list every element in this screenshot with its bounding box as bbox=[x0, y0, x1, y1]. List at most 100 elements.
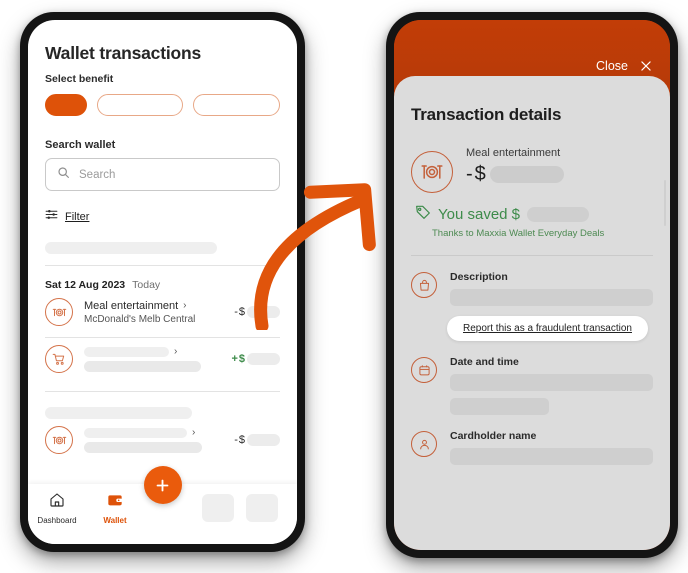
bag-lock-icon bbox=[411, 272, 437, 298]
wallet-content: Wallet transactions Select benefit Searc… bbox=[28, 43, 297, 454]
savings-text: You saved $ bbox=[438, 206, 521, 223]
savings-subtext: Thanks to Maxxia Wallet Everyday Deals bbox=[432, 228, 605, 239]
section-label: Date and time bbox=[450, 356, 519, 368]
wallet-transactions-screen: Wallet transactions Select benefit Searc… bbox=[28, 20, 297, 544]
screenshot-stage: Wallet transactions Select benefit Searc… bbox=[0, 0, 688, 573]
add-button[interactable] bbox=[143, 466, 182, 504]
transaction-name: Meal entertainment bbox=[84, 299, 179, 312]
chevron-right-icon: › bbox=[174, 346, 178, 357]
meal-plate-icon bbox=[45, 298, 73, 326]
table-row[interactable]: Meal entertainment › McDonald's Melb Cen… bbox=[45, 298, 280, 326]
filter-sliders-icon bbox=[45, 208, 58, 226]
chevron-right-icon: › bbox=[183, 300, 187, 311]
transaction-date: Sat 12 Aug 2023 bbox=[45, 279, 126, 291]
chevron-right-icon: › bbox=[192, 427, 196, 438]
page-title: Wallet transactions bbox=[45, 43, 202, 63]
section-body: Description bbox=[450, 271, 653, 306]
transaction-amount: - $ bbox=[234, 306, 280, 318]
right-phone-frame: Close Transaction details Meal entertain… bbox=[386, 12, 678, 558]
section-date-time: Date and time bbox=[411, 356, 653, 415]
scrollbar[interactable] bbox=[664, 180, 666, 226]
filter-label: Filter bbox=[65, 211, 90, 223]
details-title: Transaction details bbox=[411, 105, 562, 124]
transaction-name-row: Meal entertainment › bbox=[84, 300, 234, 312]
transaction-details-screen: Close Transaction details Meal entertain… bbox=[394, 20, 670, 550]
table-row[interactable]: › + $ bbox=[45, 345, 280, 373]
section-body: Date and time bbox=[450, 356, 653, 415]
benefit-chip-group bbox=[45, 94, 281, 116]
amount-sign: - bbox=[466, 163, 473, 185]
amount-sign: - bbox=[234, 306, 238, 318]
value-masked bbox=[450, 374, 653, 391]
search-placeholder: Search bbox=[79, 168, 116, 181]
divider bbox=[45, 391, 280, 392]
tag-icon bbox=[415, 204, 431, 225]
amount-currency: $ bbox=[474, 163, 486, 185]
amount-sign: - bbox=[234, 434, 238, 446]
transaction-category: Meal entertainment bbox=[466, 147, 561, 159]
report-fraud-button[interactable]: Report this as a fraudulent transaction bbox=[447, 316, 648, 341]
transaction-date-relative: Today bbox=[132, 279, 161, 291]
amount-masked bbox=[247, 306, 280, 318]
section-description: Description bbox=[411, 271, 653, 306]
filter-button[interactable]: Filter bbox=[45, 208, 280, 226]
transaction-text: › bbox=[84, 427, 234, 453]
select-benefit-label: Select benefit bbox=[45, 73, 114, 85]
nav-label-dashboard: Dashboard bbox=[37, 516, 77, 525]
transaction-amount: - $ bbox=[466, 163, 564, 186]
section-label: Description bbox=[450, 271, 508, 283]
list-skeleton-header bbox=[45, 242, 217, 254]
search-wallet-label: Search wallet bbox=[45, 139, 116, 151]
transaction-summary: Meal entertainment - $ bbox=[411, 147, 653, 193]
value-masked bbox=[450, 448, 653, 465]
sidebar-item-wallet[interactable]: Wallet bbox=[86, 492, 144, 525]
summary-text: Meal entertainment - $ bbox=[466, 147, 564, 186]
close-label[interactable]: Close bbox=[596, 59, 628, 73]
search-input[interactable]: Search bbox=[45, 158, 280, 191]
benefit-chip-2[interactable] bbox=[96, 94, 184, 116]
benefit-chip-selected[interactable] bbox=[45, 94, 87, 116]
transaction-amount: - $ bbox=[234, 434, 280, 446]
amount-masked bbox=[247, 353, 280, 365]
transaction-text: › bbox=[84, 346, 231, 372]
details-sheet: Transaction details Meal entertainment -… bbox=[394, 76, 670, 550]
value-masked bbox=[450, 289, 653, 306]
section-label: Cardholder name bbox=[450, 430, 537, 442]
search-icon bbox=[57, 166, 70, 184]
shopping-cart-icon bbox=[45, 345, 73, 373]
plus-icon bbox=[156, 479, 169, 491]
section-body: Cardholder name bbox=[450, 430, 653, 465]
transaction-merchant-skeleton bbox=[84, 361, 201, 372]
calendar-icon bbox=[411, 357, 437, 383]
meal-plate-icon bbox=[411, 151, 453, 193]
value-masked-2 bbox=[450, 398, 550, 415]
list-skeleton-header bbox=[45, 407, 192, 419]
transaction-name-skeleton bbox=[84, 346, 169, 357]
transaction-name-row: › bbox=[84, 427, 234, 438]
nav-placeholder-2[interactable] bbox=[246, 494, 278, 522]
savings-amount-masked bbox=[527, 207, 590, 222]
transaction-merchant-skeleton bbox=[84, 442, 202, 453]
divider bbox=[45, 337, 280, 338]
person-icon bbox=[411, 431, 437, 457]
transaction-date-group: Sat 12 Aug 2023 Today bbox=[45, 279, 280, 291]
benefit-chip-3[interactable] bbox=[193, 94, 281, 116]
table-row[interactable]: › - $ bbox=[45, 426, 280, 454]
nav-label-wallet: Wallet bbox=[103, 516, 127, 525]
amount-currency: $ bbox=[238, 353, 245, 365]
report-fraud-label: Report this as a fraudulent transaction bbox=[463, 323, 632, 334]
amount-masked bbox=[489, 166, 564, 183]
left-phone-frame: Wallet transactions Select benefit Searc… bbox=[20, 12, 305, 552]
amount-currency: $ bbox=[238, 306, 245, 318]
nav-placeholder-1[interactable] bbox=[202, 494, 234, 522]
home-icon bbox=[49, 492, 65, 513]
transaction-merchant: McDonald's Melb Central bbox=[84, 313, 196, 325]
sidebar-item-dashboard[interactable]: Dashboard bbox=[28, 492, 86, 525]
divider bbox=[411, 255, 653, 256]
savings-banner: You saved $ bbox=[415, 204, 653, 225]
divider bbox=[45, 265, 280, 266]
section-cardholder-name: Cardholder name bbox=[411, 430, 653, 465]
amount-currency: $ bbox=[238, 434, 245, 446]
transaction-text: Meal entertainment › McDonald's Melb Cen… bbox=[84, 300, 234, 325]
wallet-icon bbox=[107, 492, 123, 513]
